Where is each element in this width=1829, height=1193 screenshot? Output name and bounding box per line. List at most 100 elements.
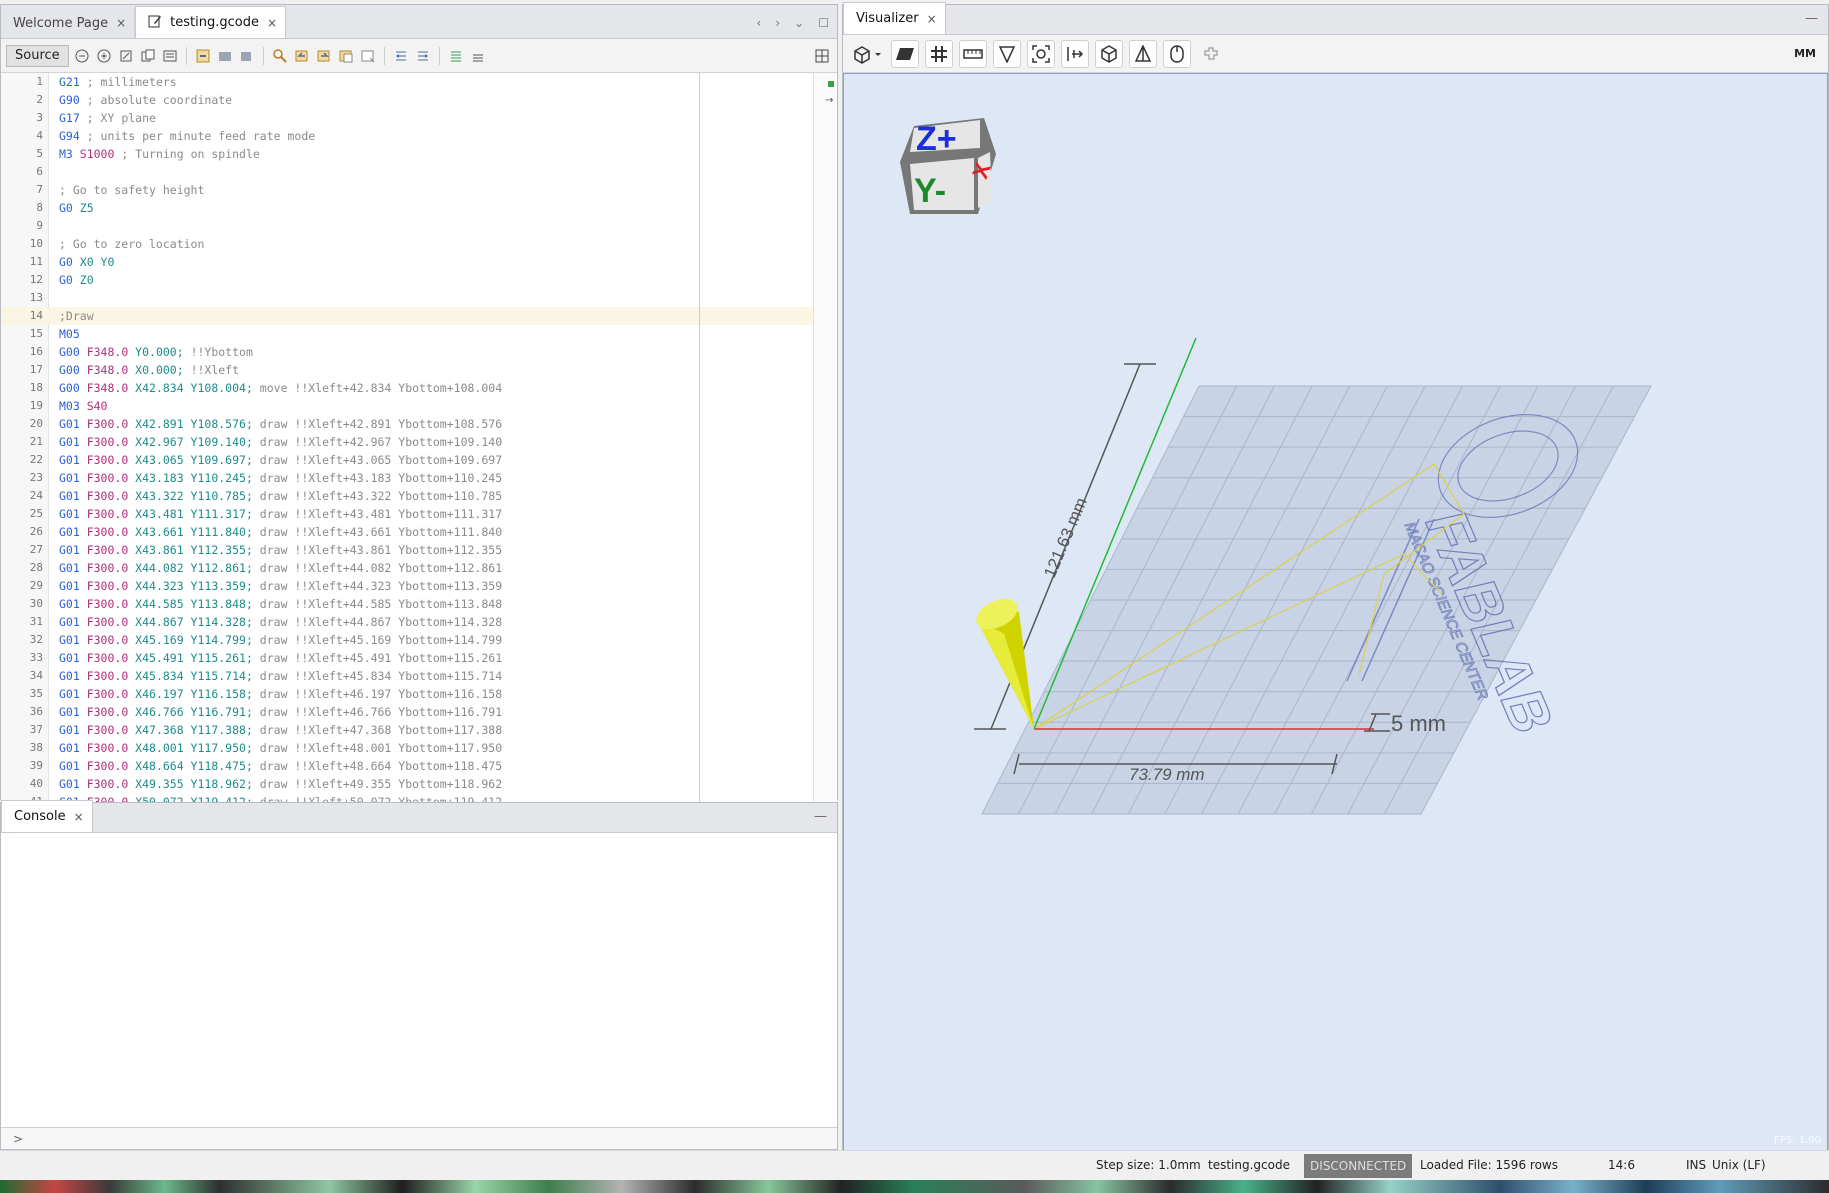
view-cube-icon[interactable] — [851, 45, 885, 64]
tab-label: testing.gcode — [170, 15, 259, 30]
editor-scrollbar[interactable]: → — [813, 73, 837, 805]
code-line[interactable]: 11 G0 X0 Y0 — [1, 253, 813, 271]
code-line[interactable]: 40 G01 F300.0 X49.355 Y118.962; draw !!Xl… — [1, 775, 813, 793]
code-token: G01 — [59, 597, 80, 611]
dropdown-icon[interactable] — [238, 47, 256, 65]
minimize-icon[interactable]: — — [814, 809, 827, 824]
code-line[interactable]: 24 G01 F300.0 X43.322 Y110.785; draw !!Xl… — [1, 487, 813, 505]
code-line[interactable]: 26 G01 F300.0 X43.661 Y111.840; draw !!Xl… — [1, 523, 813, 541]
code-line[interactable]: 29 G01 F300.0 X44.323 Y113.359; draw !!Xl… — [1, 577, 813, 595]
code-line[interactable]: 5 M3 S1000 ; Turning on spindle — [1, 145, 813, 163]
close-icon[interactable]: × — [267, 16, 277, 30]
shift-right-icon[interactable] — [414, 47, 432, 65]
code-line[interactable]: 33 G01 F300.0 X45.491 Y115.261; draw !!Xl… — [1, 649, 813, 667]
code-line[interactable]: 30 G01 F300.0 X44.585 Y113.848; draw !!Xl… — [1, 595, 813, 613]
code-line[interactable]: 32 G01 F300.0 X45.169 Y114.799; draw !!Xl… — [1, 631, 813, 649]
ruler-icon[interactable] — [959, 39, 987, 68]
tab-console[interactable]: Console × — [1, 800, 93, 832]
code-area[interactable]: 1 G21 ; millimeters 2 G90 ; absolute coordi… — [1, 73, 837, 805]
tab-visualizer[interactable]: Visualizer × — [843, 2, 946, 34]
step-icon[interactable] — [1061, 39, 1089, 68]
code-line[interactable]: 35 G01 F300.0 X46.197 Y116.158; draw !!Xl… — [1, 685, 813, 703]
console-input[interactable]: > — [1, 1127, 837, 1149]
code-line[interactable]: 10 ; Go to zero location — [1, 235, 813, 253]
code-line[interactable]: 19 M03 S40 — [1, 397, 813, 415]
source-button[interactable]: Source — [6, 44, 69, 67]
find-previous-icon[interactable] — [293, 47, 311, 65]
close-icon[interactable]: × — [927, 12, 937, 26]
code-line[interactable]: 12 G0 Z0 — [1, 271, 813, 289]
history-icon[interactable] — [117, 47, 135, 65]
code-line[interactable]: 23 G01 F300.0 X43.183 Y110.245; draw !!Xl… — [1, 469, 813, 487]
code-line[interactable]: 22 G01 F300.0 X43.065 Y109.697; draw !!Xl… — [1, 451, 813, 469]
code-token: draw !!Xleft+46.197 Ybottom+116.158 — [252, 687, 503, 701]
find-selection-icon[interactable] — [337, 47, 355, 65]
code-line[interactable]: 21 G01 F300.0 X42.967 Y109.140; draw !!Xl… — [1, 433, 813, 451]
puzzle-icon[interactable] — [1197, 45, 1225, 63]
code-line[interactable]: 38 G01 F300.0 X48.001 Y117.950; draw !!Xl… — [1, 739, 813, 757]
code-line[interactable]: 8 G0 Z5 — [1, 199, 813, 217]
comment-icon[interactable] — [447, 47, 465, 65]
code-line[interactable]: 16 G00 F348.0 Y0.000; !!Ybottom — [1, 343, 813, 361]
find-icon[interactable] — [271, 47, 289, 65]
minimize-icon[interactable]: — — [1805, 11, 1818, 26]
code-line[interactable]: 39 G01 F300.0 X48.664 Y118.475; draw !!Xl… — [1, 757, 813, 775]
tab-testing-gcode[interactable]: testing.gcode × — [135, 6, 287, 38]
cone-icon[interactable] — [1129, 39, 1157, 68]
chevron-down-icon[interactable]: ⌄ — [794, 16, 804, 30]
code-line[interactable]: 34 G01 F300.0 X45.834 Y115.714; draw !!Xl… — [1, 667, 813, 685]
folder-icon[interactable] — [216, 47, 234, 65]
mouse-icon[interactable] — [1163, 39, 1191, 68]
list-icon[interactable] — [161, 47, 179, 65]
shift-left-icon[interactable] — [392, 47, 410, 65]
split-icon[interactable] — [813, 47, 831, 65]
right-margin-line — [699, 73, 700, 805]
code-line[interactable]: 36 G01 F300.0 X46.766 Y116.791; draw !!Xl… — [1, 703, 813, 721]
code-line[interactable]: 20 G01 F300.0 X42.891 Y108.576; draw !!Xl… — [1, 415, 813, 433]
back-icon[interactable] — [73, 47, 91, 65]
code-line[interactable]: 14 ;Draw — [1, 307, 813, 325]
grid-icon[interactable] — [925, 39, 953, 68]
code-line[interactable]: 17 G00 F348.0 X0.000; !!Xleft — [1, 361, 813, 379]
3d-viewport[interactable]: FABLAB MACAO SCIENCE CENTER 121.63 mm 73… — [843, 73, 1828, 1151]
code-line[interactable]: 15 M05 — [1, 325, 813, 343]
code-token: draw !!Xleft+48.001 Ybottom+117.950 — [252, 741, 503, 755]
code-line[interactable]: 25 G01 F300.0 X43.481 Y111.317; draw !!Xl… — [1, 505, 813, 523]
code-line[interactable]: 2 G90 ; absolute coordinate — [1, 91, 813, 109]
code-line[interactable]: 31 G01 F300.0 X44.867 Y114.328; draw !!Xl… — [1, 613, 813, 631]
forward-icon[interactable] — [95, 47, 113, 65]
code-line[interactable]: 3 G17 ; XY plane — [1, 109, 813, 127]
tab-welcome-page[interactable]: Welcome Page × — [1, 8, 136, 38]
chevron-left-icon[interactable]: ‹ — [757, 16, 762, 30]
toggle-highlight-icon[interactable] — [359, 47, 377, 65]
code-token: F300.0 — [79, 435, 129, 449]
funnel-icon[interactable] — [993, 39, 1021, 68]
code-line[interactable]: 18 G00 F348.0 X42.834 Y108.004; move !!Xl… — [1, 379, 813, 397]
uncomment-icon[interactable] — [469, 47, 487, 65]
code-line[interactable]: 7 ; Go to safety height — [1, 181, 813, 199]
code-line[interactable]: 13 — [1, 289, 813, 307]
maximize-icon[interactable]: ☐ — [818, 16, 829, 30]
code-line[interactable]: 1 G21 ; millimeters — [1, 73, 813, 91]
code-text: ; Go to safety height — [59, 181, 204, 199]
code-line[interactable]: 37 G01 F300.0 X47.368 Y117.388; draw !!Xl… — [1, 721, 813, 739]
orientation-cube[interactable]: Z+ Y- X — [900, 118, 996, 214]
code-line[interactable]: 4 G94 ; units per minute feed rate mode — [1, 127, 813, 145]
find-next-icon[interactable] — [315, 47, 333, 65]
code-line[interactable]: 27 G01 F300.0 X43.861 Y112.355; draw !!Xl… — [1, 541, 813, 559]
code-line[interactable]: 9 — [1, 217, 813, 235]
copy-icon[interactable] — [139, 47, 157, 65]
code-line[interactable]: 28 G01 F300.0 X44.082 Y112.861; draw !!Xl… — [1, 559, 813, 577]
code-editor[interactable]: 1 G21 ; millimeters 2 G90 ; absolute coordi… — [1, 73, 837, 805]
close-icon[interactable]: × — [74, 810, 84, 824]
code-text: G01 F300.0 X47.368 Y117.388; draw !!Xlef… — [59, 721, 502, 739]
close-icon[interactable]: × — [116, 16, 126, 30]
units-label[interactable]: MM — [1794, 47, 1828, 60]
code-token: ; absolute coordinate — [79, 93, 233, 107]
flat-view-icon[interactable] — [891, 39, 919, 68]
box-icon[interactable] — [1095, 39, 1123, 68]
target-icon[interactable] — [1027, 39, 1055, 68]
chevron-right-icon[interactable]: › — [775, 16, 780, 30]
navigate-icon[interactable] — [194, 47, 212, 65]
code-line[interactable]: 6 — [1, 163, 813, 181]
